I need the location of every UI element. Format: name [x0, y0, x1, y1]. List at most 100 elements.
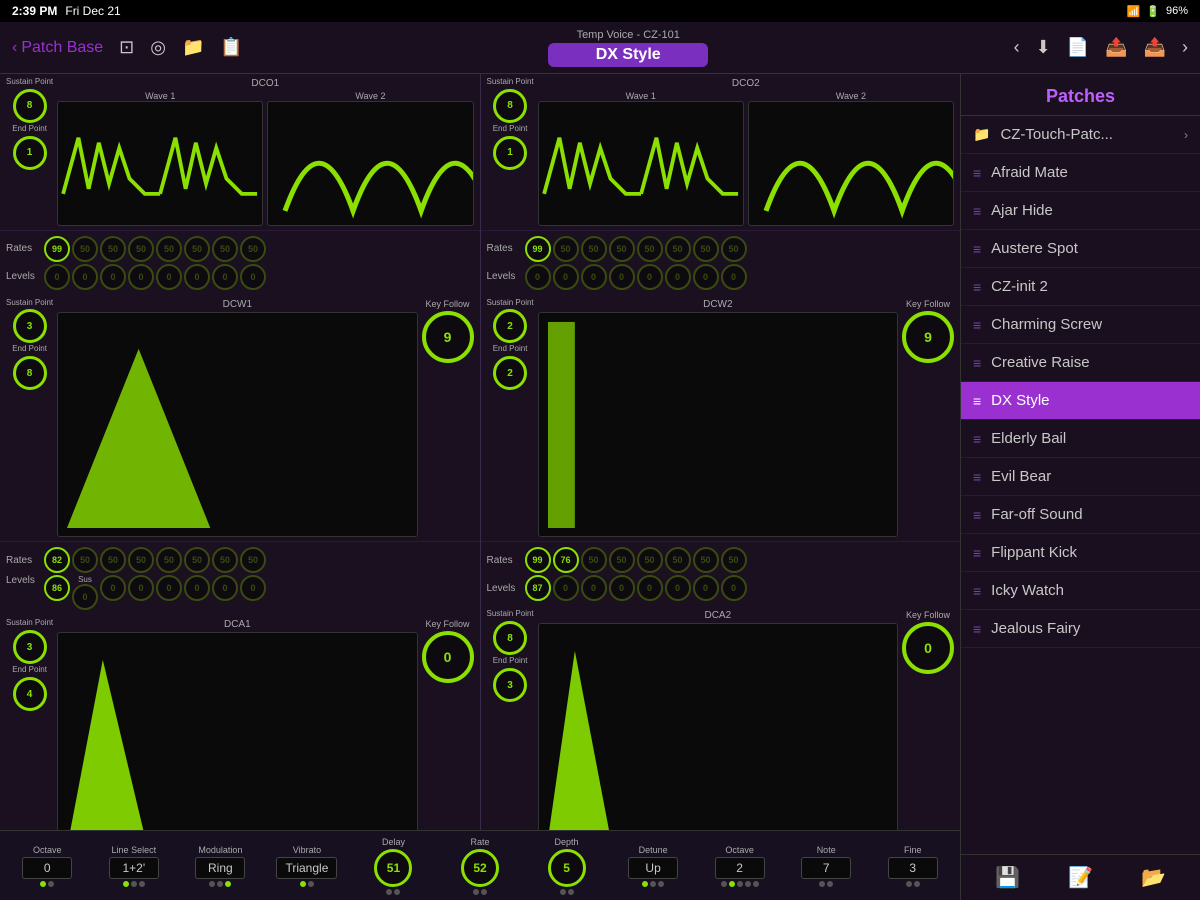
new-patch-icon[interactable]: 📝	[1068, 865, 1093, 890]
dco1-rate-4[interactable]: 50	[156, 236, 182, 262]
save-icon[interactable]: 💾	[995, 865, 1020, 890]
dco2-lvl-5[interactable]: 0	[665, 264, 691, 290]
dcw2-endpoint-knob[interactable]: 2	[493, 356, 527, 390]
dcw2-lvl-0[interactable]: 87	[525, 575, 551, 601]
dcw2-rate-7[interactable]: 50	[721, 547, 747, 573]
dco1-lvl-3[interactable]: 0	[128, 264, 154, 290]
dcw1-lvl-2[interactable]: 0	[100, 575, 126, 601]
dcw1-kf-knob[interactable]: 9	[422, 311, 474, 363]
dco1-rate-6[interactable]: 50	[212, 236, 238, 262]
dca2-kf-knob[interactable]: 0	[902, 622, 954, 674]
dco1-lvl-4[interactable]: 0	[156, 264, 182, 290]
clock-icon[interactable]: ◎	[150, 37, 166, 58]
dcw1-endpoint-knob[interactable]: 8	[13, 356, 47, 390]
copy-icon[interactable]: 📋	[220, 37, 242, 58]
dcw1-lvl-3[interactable]: 0	[128, 575, 154, 601]
nav-share1-icon[interactable]: 📤	[1105, 37, 1127, 58]
dcw2-rate-6[interactable]: 50	[693, 547, 719, 573]
dco1-lvl-6[interactable]: 0	[212, 264, 238, 290]
dcw1-rate-6[interactable]: 50	[212, 547, 238, 573]
dcw1-rate-2[interactable]: 50	[100, 547, 126, 573]
dco2-lvl-7[interactable]: 0	[721, 264, 747, 290]
dco2-rate-5[interactable]: 50	[665, 236, 691, 262]
dcw2-rate-5[interactable]: 50	[665, 547, 691, 573]
dco1-endpoint-knob[interactable]: 1	[13, 136, 47, 170]
dcw1-sus-knob[interactable]: 0	[72, 584, 98, 610]
dcw2-lvl-2[interactable]: 0	[581, 575, 607, 601]
dco2-rate-1[interactable]: 50	[553, 236, 579, 262]
patch-item-faroff-sound[interactable]: ≡ Far-off Sound	[961, 496, 1200, 534]
dca2-endpoint-knob[interactable]: 3	[493, 668, 527, 702]
octave2-value[interactable]: 2	[715, 857, 765, 879]
dcw2-sustain-knob[interactable]: 2	[493, 309, 527, 343]
folder2-icon[interactable]: 📂	[1141, 865, 1166, 890]
dcw1-rate-4[interactable]: 50	[156, 547, 182, 573]
dco2-lvl-3[interactable]: 0	[609, 264, 635, 290]
dco1-rate-3[interactable]: 50	[128, 236, 154, 262]
dco2-lvl-2[interactable]: 0	[581, 264, 607, 290]
dco2-rate-7[interactable]: 50	[721, 236, 747, 262]
dco1-rate-5[interactable]: 50	[184, 236, 210, 262]
dca1-sustain-knob[interactable]: 3	[13, 630, 47, 664]
dco2-rate-2[interactable]: 50	[581, 236, 607, 262]
dcw1-rate-5[interactable]: 50	[184, 547, 210, 573]
dco2-rate-6[interactable]: 50	[693, 236, 719, 262]
dco1-lvl-2[interactable]: 0	[100, 264, 126, 290]
dcw2-rate-3[interactable]: 50	[609, 547, 635, 573]
dcw2-lvl-4[interactable]: 0	[637, 575, 663, 601]
note-value[interactable]: 7	[801, 857, 851, 879]
dcw1-lvl-5[interactable]: 0	[184, 575, 210, 601]
patch-item-afraid-mate[interactable]: ≡ Afraid Mate	[961, 154, 1200, 192]
dcw2-lvl-1[interactable]: 0	[553, 575, 579, 601]
delay-knob[interactable]: 51	[374, 849, 412, 887]
dcw2-kf-knob[interactable]: 9	[902, 311, 954, 363]
dcw2-rate-0[interactable]: 99	[525, 547, 551, 573]
dcw1-lvl-6[interactable]: 0	[212, 575, 238, 601]
nav-arrow-left[interactable]: ‹	[1014, 37, 1020, 58]
dcw1-rate-7[interactable]: 50	[240, 547, 266, 573]
dcw1-lvl-0[interactable]: 86	[44, 575, 70, 601]
patch-item-dx-style[interactable]: ≡ DX Style	[961, 382, 1200, 420]
dco2-rate-0[interactable]: 99	[525, 236, 551, 262]
nav-arrow-right[interactable]: ›	[1182, 37, 1188, 58]
dco2-lvl-4[interactable]: 0	[637, 264, 663, 290]
nav-download-icon[interactable]: ⬇	[1036, 37, 1051, 58]
patches-folder-item[interactable]: 📁 CZ-Touch-Patc... ›	[961, 116, 1200, 154]
dcw2-lvl-7[interactable]: 0	[721, 575, 747, 601]
dco1-rate-2[interactable]: 50	[100, 236, 126, 262]
nav-share2-icon[interactable]: 📤	[1144, 37, 1166, 58]
patch-item-cz-init-2[interactable]: ≡ CZ-init 2	[961, 268, 1200, 306]
nav-new-doc-icon[interactable]: 📄	[1067, 37, 1089, 58]
dca1-endpoint-knob[interactable]: 4	[13, 677, 47, 711]
patch-item-flippant-kick[interactable]: ≡ Flippant Kick	[961, 534, 1200, 572]
dcw1-rate-0[interactable]: 82	[44, 547, 70, 573]
patch-item-creative-raise[interactable]: ≡ Creative Raise	[961, 344, 1200, 382]
dco2-lvl-1[interactable]: 0	[553, 264, 579, 290]
depth-knob[interactable]: 5	[548, 849, 586, 887]
fine-value[interactable]: 3	[888, 857, 938, 879]
dcw1-rate-3[interactable]: 50	[128, 547, 154, 573]
line-select-value[interactable]: 1+2'	[109, 857, 159, 879]
dco1-lvl-7[interactable]: 0	[240, 264, 266, 290]
patch-item-jealous-fairy[interactable]: ≡ Jealous Fairy	[961, 610, 1200, 648]
dcw1-rate-1[interactable]: 50	[72, 547, 98, 573]
dco1-lvl-1[interactable]: 0	[72, 264, 98, 290]
folder-icon[interactable]: 📁	[182, 37, 204, 58]
rate-knob[interactable]: 52	[461, 849, 499, 887]
dcw2-lvl-5[interactable]: 0	[665, 575, 691, 601]
dcw2-rate-1[interactable]: 76	[553, 547, 579, 573]
dco1-sustain-knob[interactable]: 8	[13, 89, 47, 123]
dca1-kf-knob[interactable]: 0	[422, 631, 474, 683]
patch-item-ajar-hide[interactable]: ≡ Ajar Hide	[961, 192, 1200, 230]
dcw1-lvl-7[interactable]: 0	[240, 575, 266, 601]
dcw2-lvl-3[interactable]: 0	[609, 575, 635, 601]
patch-item-icky-watch[interactable]: ≡ Icky Watch	[961, 572, 1200, 610]
dco2-rate-4[interactable]: 50	[637, 236, 663, 262]
vibrato-value[interactable]: Triangle	[276, 857, 337, 879]
dcw2-lvl-6[interactable]: 0	[693, 575, 719, 601]
dco1-lvl-5[interactable]: 0	[184, 264, 210, 290]
patch-item-austere-spot[interactable]: ≡ Austere Spot	[961, 230, 1200, 268]
dcw1-lvl-4[interactable]: 0	[156, 575, 182, 601]
dco2-lvl-0[interactable]: 0	[525, 264, 551, 290]
dco1-rate-0[interactable]: 99	[44, 236, 70, 262]
